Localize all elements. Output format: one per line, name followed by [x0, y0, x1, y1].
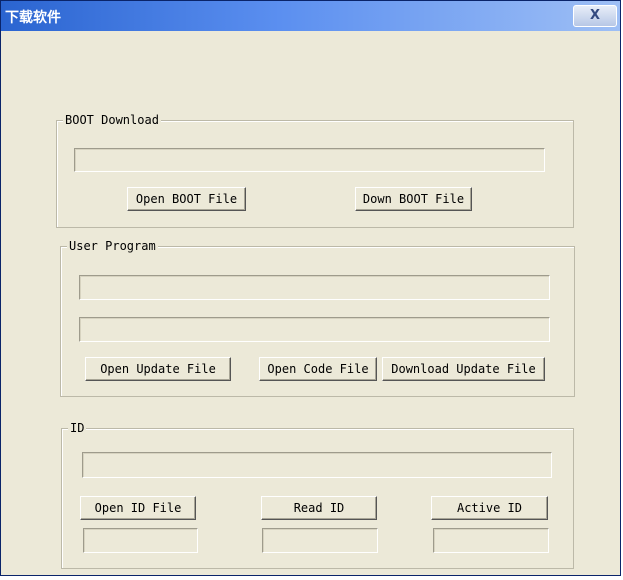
active-id-button[interactable]: Active ID — [431, 496, 548, 520]
close-icon: X — [589, 8, 601, 23]
open-update-file-button[interactable]: Open Update File — [85, 357, 231, 381]
open-id-file-button[interactable]: Open ID File — [80, 496, 196, 520]
read-id-button[interactable]: Read ID — [261, 496, 377, 520]
title-bar[interactable]: 下载软件 X — [1, 1, 620, 31]
code-file-path-field[interactable] — [79, 317, 550, 342]
update-file-path-field[interactable] — [79, 275, 550, 300]
download-window: 下载软件 X BOOT Download Open BOOT File Down… — [0, 0, 621, 576]
boot-file-path-field[interactable] — [74, 148, 545, 172]
down-boot-file-button[interactable]: Down BOOT File — [355, 187, 472, 211]
read-id-result-field[interactable] — [262, 528, 378, 553]
open-code-file-button[interactable]: Open Code File — [259, 357, 377, 381]
active-id-result-field[interactable] — [433, 528, 549, 553]
id-file-path-field[interactable] — [82, 452, 552, 478]
open-id-result-field[interactable] — [83, 528, 198, 553]
download-update-file-button[interactable]: Download Update File — [382, 357, 545, 381]
id-legend: ID — [68, 421, 87, 435]
open-boot-file-button[interactable]: Open BOOT File — [127, 187, 246, 211]
window-title: 下载软件 — [5, 10, 61, 26]
boot-download-group: BOOT Download — [56, 113, 574, 228]
user-program-legend: User Program — [67, 239, 158, 253]
boot-download-legend: BOOT Download — [63, 113, 161, 127]
close-button[interactable]: X — [573, 5, 617, 27]
